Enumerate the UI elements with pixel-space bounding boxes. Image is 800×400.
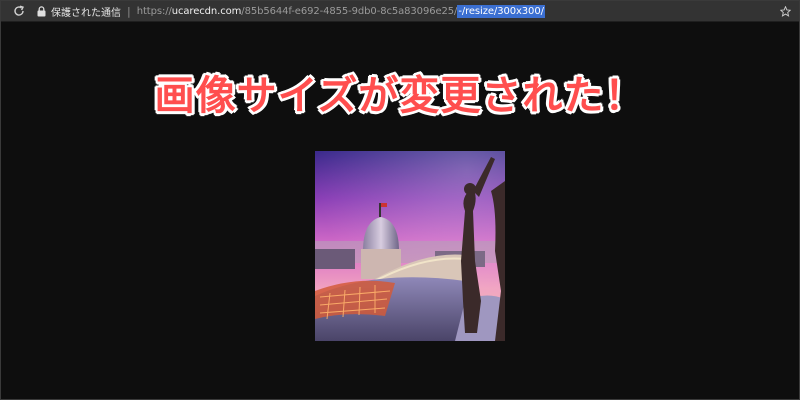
- security-status-label[interactable]: 保護された通信: [51, 4, 121, 19]
- resized-photo: [315, 151, 505, 341]
- address-bar: 保護された通信 | https://ucarecdn.com/85b5644f-…: [1, 1, 799, 22]
- url-separator: |: [127, 4, 131, 18]
- lock-icon[interactable]: [35, 4, 47, 18]
- star-icon[interactable]: [777, 3, 793, 19]
- url-scheme: https://: [136, 5, 172, 17]
- url-field[interactable]: https://ucarecdn.com/85b5644f-e692-4855-…: [136, 4, 545, 18]
- url-host: ucarecdn.com: [171, 5, 242, 17]
- url-path: /85b5644f-e692-4855-9db0-8c5a83096e25/: [241, 5, 458, 17]
- page-headline: 画像サイズが変更された！: [154, 73, 646, 119]
- url-selected-text: -/resize/300x300/: [457, 4, 545, 18]
- photo-illustration: [315, 151, 505, 341]
- reload-icon[interactable]: [11, 3, 27, 19]
- browser-window: 保護された通信 | https://ucarecdn.com/85b5644f-…: [0, 0, 800, 400]
